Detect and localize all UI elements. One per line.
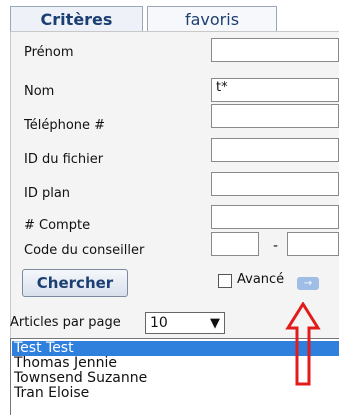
advisor-code-separator: - [273, 238, 279, 254]
account-input[interactable] [211, 205, 339, 229]
tab-favorites[interactable]: favoris [147, 6, 277, 31]
plan-id-input[interactable] [211, 172, 339, 196]
items-per-page-value: 10 [150, 315, 168, 331]
advisor-code-end-input[interactable] [287, 232, 339, 256]
items-per-page-label: Articles par page [10, 315, 121, 330]
file-id-label: ID du fichier [24, 152, 104, 167]
advisor-code-start-input[interactable] [211, 232, 259, 256]
plan-id-label: ID plan [24, 186, 71, 201]
annotation-arrow-icon [285, 302, 321, 386]
advanced-label: Avancé [237, 272, 285, 287]
chevron-down-icon: ▼ [210, 315, 220, 331]
file-id-input[interactable] [211, 138, 339, 162]
arrow-right-icon[interactable]: → [297, 277, 319, 290]
phone-label: Téléphone # [24, 118, 106, 133]
first-name-label: Prénom [24, 45, 74, 60]
list-item[interactable]: Tran Eloise [12, 386, 339, 401]
advanced-checkbox[interactable] [218, 274, 232, 288]
tab-criteria[interactable]: Critères [10, 6, 143, 31]
advisor-code-label: Code du conseiller [24, 243, 145, 258]
phone-input[interactable] [211, 104, 339, 128]
last-name-label: Nom [24, 84, 55, 99]
search-button[interactable]: Chercher [22, 269, 128, 297]
items-per-page-select[interactable]: 10 ▼ [145, 312, 225, 334]
account-label: # Compte [24, 218, 91, 233]
last-name-input[interactable]: t* [211, 78, 339, 102]
first-name-input[interactable] [211, 38, 339, 62]
